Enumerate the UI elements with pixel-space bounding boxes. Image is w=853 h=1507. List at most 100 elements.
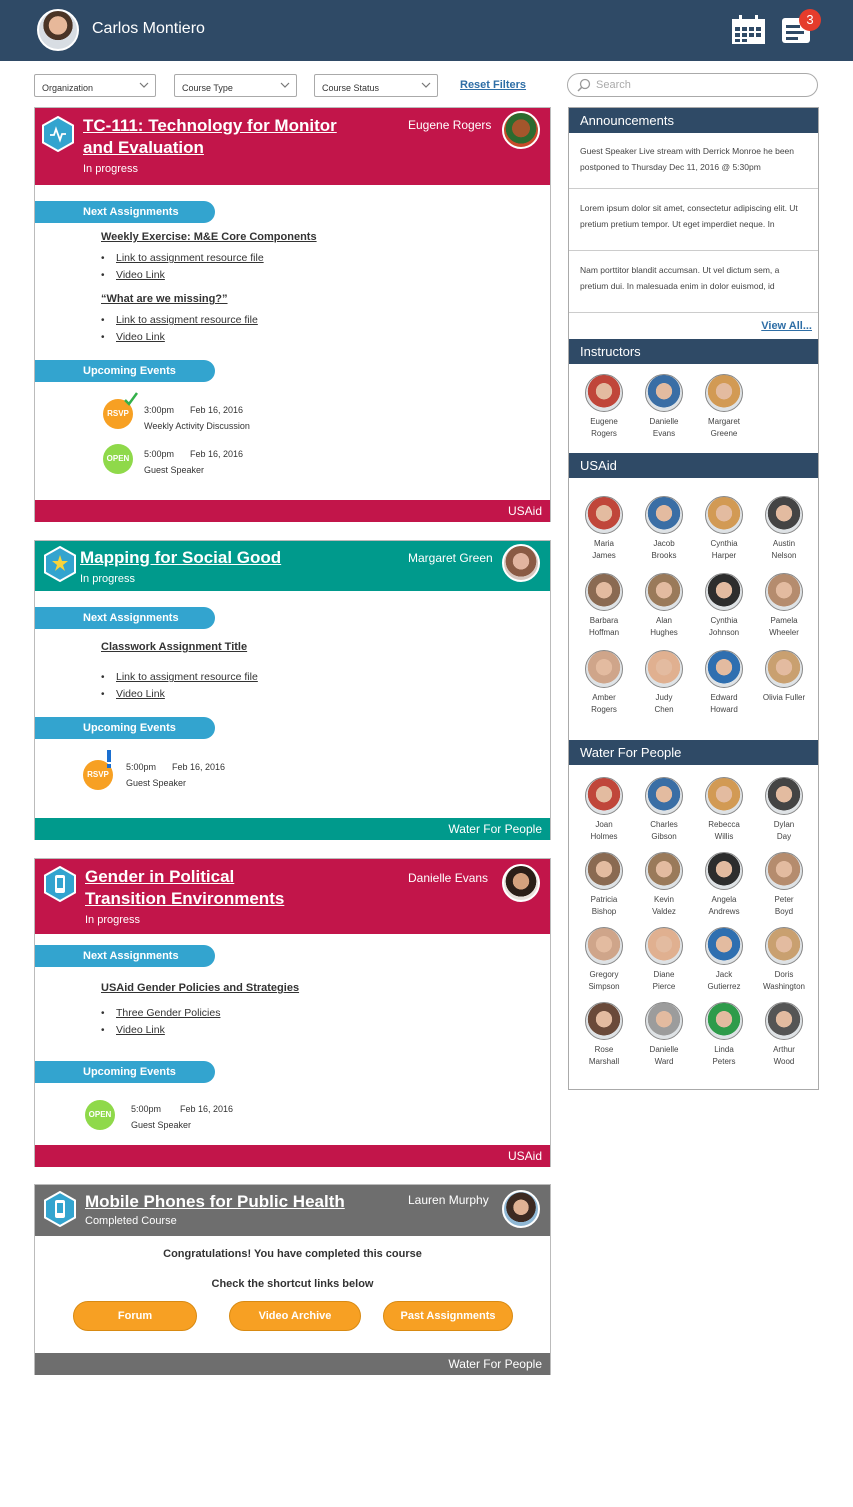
event-name[interactable]: Guest Speaker: [131, 1120, 191, 1130]
forum-button[interactable]: Forum: [73, 1301, 197, 1331]
member-avatar[interactable]: [645, 852, 683, 890]
course-title[interactable]: Mapping for Social Good: [80, 547, 281, 569]
member-card[interactable]: Gregory Simpson: [573, 927, 635, 993]
member-card[interactable]: Cynthia Johnson: [693, 573, 755, 639]
member-card[interactable]: Doris Washington: [753, 927, 815, 993]
member-card[interactable]: Joan Holmes: [573, 777, 635, 843]
member-avatar[interactable]: [765, 777, 803, 815]
event-name[interactable]: Guest Speaker: [126, 778, 186, 788]
open-badge[interactable]: OPEN: [85, 1100, 115, 1130]
member-avatar[interactable]: [585, 573, 623, 611]
member-card[interactable]: Dylan Day: [753, 777, 815, 843]
instructor-avatar[interactable]: [502, 111, 540, 149]
member-card[interactable]: Charles Gibson: [633, 777, 695, 843]
member-avatar[interactable]: [645, 927, 683, 965]
member-card[interactable]: Rebecca Willis: [693, 777, 755, 843]
member-avatar[interactable]: [705, 852, 743, 890]
member-card[interactable]: Margaret Greene: [693, 374, 755, 440]
member-avatar[interactable]: [705, 573, 743, 611]
assignment-link[interactable]: Three Gender Policies: [116, 1007, 220, 1019]
open-badge[interactable]: OPEN: [103, 444, 133, 474]
member-avatar[interactable]: [585, 777, 623, 815]
reset-filters-link[interactable]: Reset Filters: [460, 79, 526, 91]
member-card[interactable]: Patricia Bishop: [573, 852, 635, 918]
member-card[interactable]: Cynthia Harper: [693, 496, 755, 562]
member-card[interactable]: Olivia Fuller: [753, 650, 815, 704]
member-avatar[interactable]: [645, 777, 683, 815]
instructor-avatar[interactable]: [502, 864, 540, 902]
member-avatar[interactable]: [765, 852, 803, 890]
member-card[interactable]: Alan Hughes: [633, 573, 695, 639]
video-link[interactable]: Video Link: [116, 331, 165, 343]
member-card[interactable]: Jack Gutierrez: [693, 927, 755, 993]
member-avatar[interactable]: [585, 374, 623, 412]
organization-select[interactable]: Organization: [34, 74, 156, 97]
instructor-name[interactable]: Lauren Murphy: [408, 1193, 489, 1207]
video-link[interactable]: Video Link: [116, 269, 165, 281]
member-avatar[interactable]: [585, 852, 623, 890]
course-status-select[interactable]: Course Status: [314, 74, 438, 97]
member-avatar[interactable]: [765, 1002, 803, 1040]
member-card[interactable]: Edward Howard: [693, 650, 755, 716]
view-all-link[interactable]: View All...: [761, 320, 812, 332]
assignment-title[interactable]: USAid Gender Policies and Strategies: [101, 982, 299, 994]
member-avatar[interactable]: [705, 1002, 743, 1040]
member-card[interactable]: Angela Andrews: [693, 852, 755, 918]
assignment-title[interactable]: Weekly Exercise: M&E Core Components: [101, 231, 317, 243]
member-card[interactable]: Peter Boyd: [753, 852, 815, 918]
assignment-link[interactable]: Link to assigment resource file: [116, 314, 258, 326]
member-avatar[interactable]: [705, 777, 743, 815]
user-name[interactable]: Carlos Montiero: [92, 20, 205, 38]
assignment-title[interactable]: Classwork Assignment Title: [101, 641, 247, 653]
member-avatar[interactable]: [765, 496, 803, 534]
course-title-line[interactable]: Gender in Political: [85, 867, 234, 886]
announcement-item[interactable]: Nam porttitor blandit accumsan. Ut vel d…: [569, 262, 818, 313]
search-input[interactable]: Search: [567, 73, 818, 97]
member-card[interactable]: Eugene Rogers: [573, 374, 635, 440]
member-avatar[interactable]: [585, 927, 623, 965]
instructor-name[interactable]: Danielle Evans: [408, 871, 488, 885]
member-avatar[interactable]: [645, 496, 683, 534]
announcement-item[interactable]: Lorem ipsum dolor sit amet, consectetur …: [569, 200, 818, 251]
member-card[interactable]: Pamela Wheeler: [753, 573, 815, 639]
course-title-line[interactable]: Transition Environments: [85, 889, 284, 908]
member-card[interactable]: Linda Peters: [693, 1002, 755, 1068]
calendar-icon[interactable]: [731, 15, 766, 45]
video-archive-button[interactable]: Video Archive: [229, 1301, 361, 1331]
member-avatar[interactable]: [705, 927, 743, 965]
assignment-title[interactable]: “What are we missing?”: [101, 293, 228, 305]
announcement-item[interactable]: Guest Speaker Live stream with Derrick M…: [569, 143, 818, 189]
member-avatar[interactable]: [705, 496, 743, 534]
member-avatar[interactable]: [585, 496, 623, 534]
member-avatar[interactable]: [645, 650, 683, 688]
instructor-avatar[interactable]: [502, 1190, 540, 1228]
course-title[interactable]: Gender in Political Transition Environmen…: [85, 866, 284, 910]
event-name[interactable]: Guest Speaker: [144, 465, 204, 475]
course-title[interactable]: TC-111: Technology for Monitor and Evalua…: [83, 115, 337, 159]
member-card[interactable]: Rose Marshall: [573, 1002, 635, 1068]
member-card[interactable]: Barbara Hoffman: [573, 573, 635, 639]
member-avatar[interactable]: [645, 374, 683, 412]
member-card[interactable]: Kevin Valdez: [633, 852, 695, 918]
member-card[interactable]: Danielle Ward: [633, 1002, 695, 1068]
member-card[interactable]: Judy Chen: [633, 650, 695, 716]
video-link[interactable]: Video Link: [116, 1024, 165, 1036]
video-link[interactable]: Video Link: [116, 688, 165, 700]
member-avatar[interactable]: [765, 573, 803, 611]
member-avatar[interactable]: [765, 927, 803, 965]
course-title-line[interactable]: TC-111: Technology for Monitor: [83, 116, 337, 135]
instructor-avatar[interactable]: [502, 544, 540, 582]
assignment-link[interactable]: Link to assignment resource file: [116, 252, 264, 264]
member-avatar[interactable]: [585, 1002, 623, 1040]
member-card[interactable]: Diane Pierce: [633, 927, 695, 993]
member-avatar[interactable]: [645, 1002, 683, 1040]
member-card[interactable]: Maria James: [573, 496, 635, 562]
member-card[interactable]: Amber Rogers: [573, 650, 635, 716]
member-card[interactable]: Jacob Brooks: [633, 496, 695, 562]
member-card[interactable]: Danielle Evans: [633, 374, 695, 440]
instructor-name[interactable]: Eugene Rogers: [408, 118, 491, 132]
member-avatar[interactable]: [765, 650, 803, 688]
notification-badge[interactable]: 3: [799, 9, 821, 31]
course-title[interactable]: Mobile Phones for Public Health: [85, 1191, 345, 1213]
member-card[interactable]: Arthur Wood: [753, 1002, 815, 1068]
